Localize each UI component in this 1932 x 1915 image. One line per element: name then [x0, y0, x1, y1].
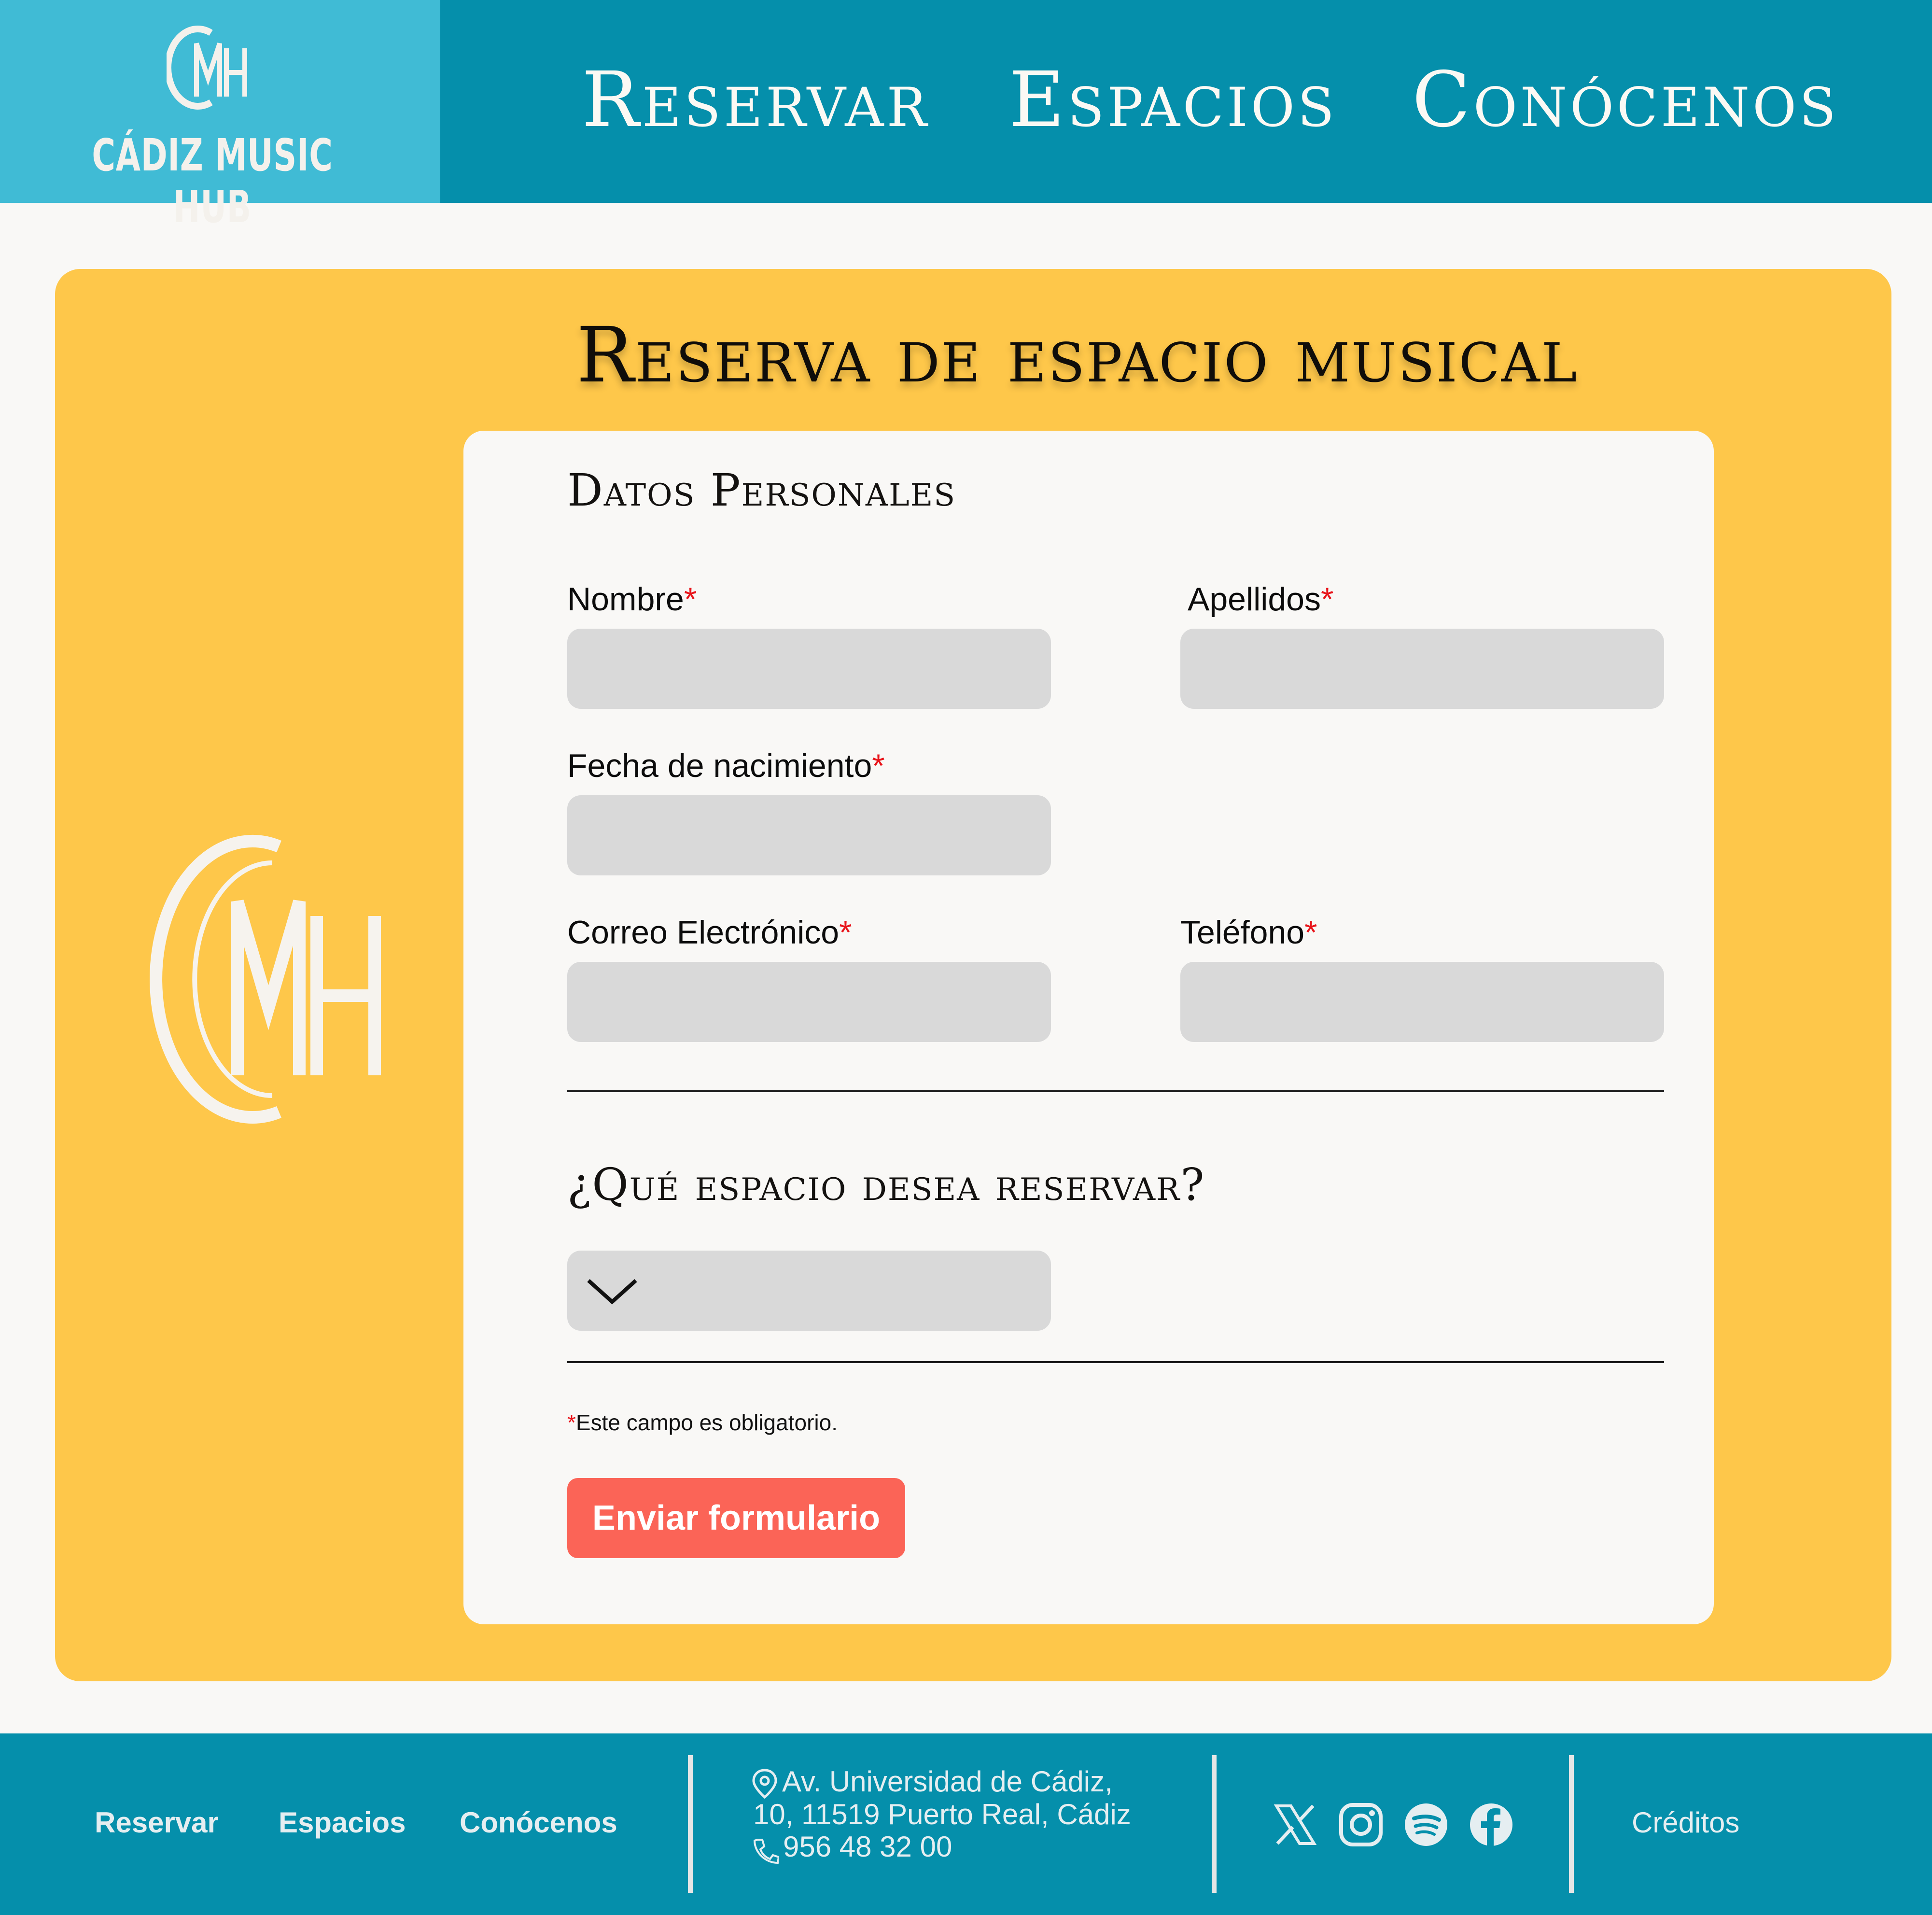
phone-icon	[753, 1839, 779, 1864]
nombre-label: Nombre*	[567, 581, 697, 618]
location-pin-icon	[752, 1769, 777, 1799]
site-footer: Reservar Espacios Conócenos Av. Universi…	[0, 1733, 1932, 1915]
footer-separator	[1212, 1755, 1217, 1893]
apellidos-label: Apellidos*	[1188, 581, 1334, 618]
footer-nav-conocenos[interactable]: Conócenos	[460, 1806, 617, 1839]
personal-data-heading: Datos Personales	[567, 465, 956, 516]
chevron-down-icon	[587, 1279, 637, 1305]
required-asterisk: *	[839, 914, 852, 951]
nombre-input[interactable]	[567, 629, 1051, 709]
divider	[567, 1361, 1664, 1363]
fecha-nacimiento-input[interactable]	[567, 795, 1051, 875]
telefono-input[interactable]	[1180, 962, 1664, 1042]
required-asterisk: *	[684, 581, 697, 618]
brand-logo[interactable]: CÁDIZ MUSIC HUB	[0, 0, 440, 233]
required-asterisk: *	[872, 747, 885, 784]
credits-link[interactable]: Créditos	[1632, 1806, 1739, 1839]
cmh-watermark-icon	[150, 835, 381, 1124]
spotify-icon[interactable]	[1402, 1801, 1450, 1848]
apellidos-input[interactable]	[1180, 629, 1664, 709]
space-question-heading: ¿Qué espacio desea reservar?	[567, 1159, 1205, 1211]
telefono-label: Teléfono*	[1180, 914, 1317, 951]
site-header: CÁDIZ MUSIC HUB Reservar Espacios Conóce…	[0, 0, 1932, 233]
cmh-logo-icon	[167, 26, 247, 110]
space-select[interactable]	[567, 1251, 1051, 1331]
footer-address-line2: 10, 11519 Puerto Real, Cádiz	[753, 1798, 1131, 1831]
nav-reservar[interactable]: Reservar	[582, 62, 930, 138]
nav-conocenos[interactable]: Conócenos	[1412, 62, 1839, 138]
nav-espacios[interactable]: Espacios	[1009, 62, 1337, 138]
footer-separator	[1569, 1755, 1574, 1893]
footer-address-line1: Av. Universidad de Cádiz,	[782, 1765, 1113, 1798]
facebook-icon[interactable]	[1468, 1801, 1515, 1848]
footer-separator	[688, 1755, 693, 1893]
footer-phone: 956 48 32 00	[783, 1831, 952, 1863]
correo-label: Correo Electrónico*	[567, 914, 852, 951]
submit-button[interactable]: Enviar formulario	[567, 1478, 905, 1558]
required-note: *Este campo es obligatorio.	[567, 1410, 838, 1435]
x-icon[interactable]	[1272, 1801, 1319, 1848]
footer-nav-reservar[interactable]: Reservar	[95, 1806, 219, 1839]
page-title: Reserva de espacio musical	[576, 311, 1579, 400]
instagram-icon[interactable]	[1337, 1801, 1385, 1848]
required-asterisk: *	[1304, 914, 1317, 951]
reservation-form: Datos Personales Nombre* Apellidos* Fech…	[463, 431, 1714, 1624]
brand-name: CÁDIZ MUSIC HUB	[92, 129, 333, 233]
correo-input[interactable]	[567, 962, 1051, 1042]
required-asterisk: *	[567, 1410, 576, 1435]
divider	[567, 1090, 1664, 1092]
required-asterisk: *	[1320, 581, 1334, 618]
footer-nav-espacios[interactable]: Espacios	[279, 1806, 406, 1839]
fecha-nacimiento-label: Fecha de nacimiento*	[567, 747, 885, 784]
reservation-panel: Reserva de espacio musical Datos Persona…	[55, 269, 1891, 1681]
